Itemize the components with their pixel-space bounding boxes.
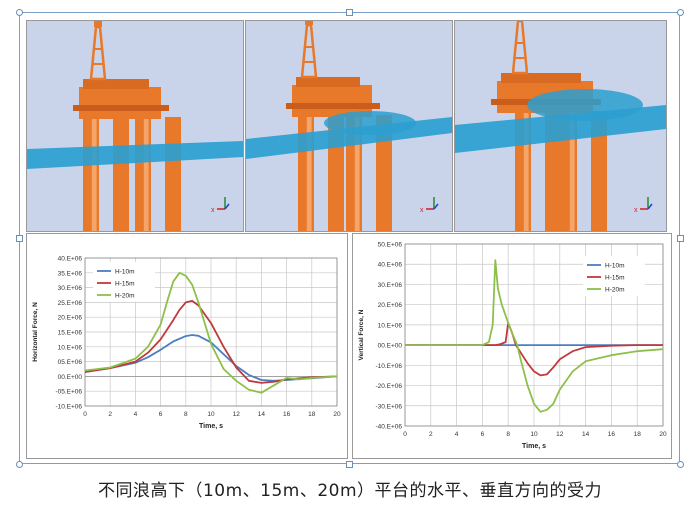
- y-tick-label: 40.E+06: [58, 256, 83, 263]
- render-wave-10m: x: [26, 20, 244, 232]
- y-tick-label: 20.E+06: [378, 302, 403, 309]
- slide: x x x 40.E+06 35.E+06 30.E+06 25.E+06 20.E+0…: [0, 0, 700, 506]
- platform-column: [165, 117, 181, 231]
- y-tick-label: 10.E+06: [58, 344, 83, 351]
- y-tick-label: 30.E+06: [378, 282, 403, 289]
- x-axis-label: Time, s: [199, 423, 223, 430]
- column-highlight: [91, 117, 97, 231]
- vertical-force-chart: 50.E+06 40.E+06 30.E+06 20.E+06 10.E+06 00.E+…: [352, 233, 672, 459]
- resize-handle-top-left[interactable]: [16, 9, 23, 16]
- x-tick-label: 0: [83, 411, 87, 418]
- y-tick-label: 15.E+06: [58, 330, 83, 337]
- x-tick-label: 14: [582, 431, 590, 438]
- y-tick-label: 30.E+06: [58, 285, 83, 292]
- x-tick-label: 12: [233, 411, 241, 418]
- platform-module: [501, 73, 581, 83]
- y-tick-label: 40.E+06: [378, 262, 403, 269]
- y-tick-label: -10.E+06: [55, 404, 82, 411]
- x-tick-label: 2: [108, 411, 112, 418]
- y-tick-label: -10.E+06: [375, 363, 402, 370]
- horizontal-force-chart: 40.E+06 35.E+06 30.E+06 25.E+06 20.E+06 15.E+…: [26, 233, 348, 459]
- y-tick-label: -05.E+06: [55, 389, 82, 396]
- resize-handle-bottom-right[interactable]: [677, 461, 684, 468]
- resize-handle-top[interactable]: [346, 9, 353, 16]
- legend-label: H-20m: [115, 293, 135, 300]
- x-tick-label: 14: [258, 411, 266, 418]
- x-tick-label: 16: [283, 411, 291, 418]
- x-axis-label: Time, s: [522, 443, 546, 450]
- legend-label: H-10m: [605, 263, 625, 270]
- resize-handle-left[interactable]: [16, 235, 23, 242]
- derrick-crown: [94, 21, 102, 27]
- platform-deck: [79, 87, 161, 119]
- legend-label: H-20m: [605, 287, 625, 294]
- y-axis-label: Vertical Force, N: [358, 309, 365, 360]
- y-tick-label: -20.E+06: [375, 383, 402, 390]
- wave-crest: [527, 89, 643, 121]
- wave-crest: [324, 111, 416, 135]
- column-highlight: [143, 117, 149, 231]
- platform-column: [113, 117, 129, 231]
- resize-handle-bottom[interactable]: [346, 461, 353, 468]
- figure-caption: 不同浪高下（10m、15m、20m）平台的水平、垂直方向的受力: [97, 481, 603, 501]
- x-tick-label: 0: [403, 431, 407, 438]
- x-tick-label: 6: [159, 411, 163, 418]
- y-tick-label: 10.E+06: [378, 322, 403, 329]
- legend-label: H-10m: [115, 269, 135, 276]
- x-tick-label: 20: [659, 431, 667, 438]
- x-tick-label: 18: [634, 431, 642, 438]
- y-tick-label: 20.E+06: [58, 315, 83, 322]
- resize-handle-right[interactable]: [677, 235, 684, 242]
- x-tick-label: 8: [184, 411, 188, 418]
- y-tick-label: 00.E+00: [378, 343, 403, 350]
- y-tick-label: 00.E+00: [58, 374, 83, 381]
- x-tick-label: 12: [556, 431, 564, 438]
- y-tick-label: 25.E+06: [58, 300, 83, 307]
- x-tick-label: 10: [207, 411, 215, 418]
- platform-module: [296, 77, 360, 87]
- y-tick-label: -40.E+06: [375, 424, 402, 431]
- resize-handle-bottom-left[interactable]: [16, 461, 23, 468]
- legend-label: H-15m: [605, 275, 625, 282]
- x-tick-label: 16: [608, 431, 616, 438]
- legend-label: H-15m: [115, 281, 135, 288]
- axis-label: x: [634, 207, 638, 214]
- x-tick-label: 10: [530, 431, 538, 438]
- render-wave-20m: x: [454, 20, 667, 232]
- x-tick-label: 4: [455, 431, 459, 438]
- derrick-crown: [305, 21, 313, 25]
- axis-label: x: [211, 207, 215, 214]
- axis-label: x: [420, 207, 424, 214]
- x-tick-label: 6: [481, 431, 485, 438]
- y-tick-label: -30.E+06: [375, 403, 402, 410]
- platform-module: [83, 79, 149, 89]
- deck-beam: [73, 105, 169, 111]
- y-tick-label: 50.E+06: [378, 242, 403, 249]
- y-axis-label: Horizontal Force, N: [32, 302, 39, 362]
- y-tick-label: 35.E+06: [58, 270, 83, 277]
- y-tick-label: 05.E+06: [58, 359, 83, 366]
- x-tick-label: 8: [506, 431, 510, 438]
- deck-beam: [286, 103, 380, 109]
- x-tick-label: 18: [308, 411, 316, 418]
- resize-handle-top-right[interactable]: [677, 9, 684, 16]
- x-tick-label: 4: [134, 411, 138, 418]
- x-tick-label: 20: [333, 411, 341, 418]
- render-wave-15m: x: [245, 20, 453, 232]
- x-tick-label: 2: [429, 431, 433, 438]
